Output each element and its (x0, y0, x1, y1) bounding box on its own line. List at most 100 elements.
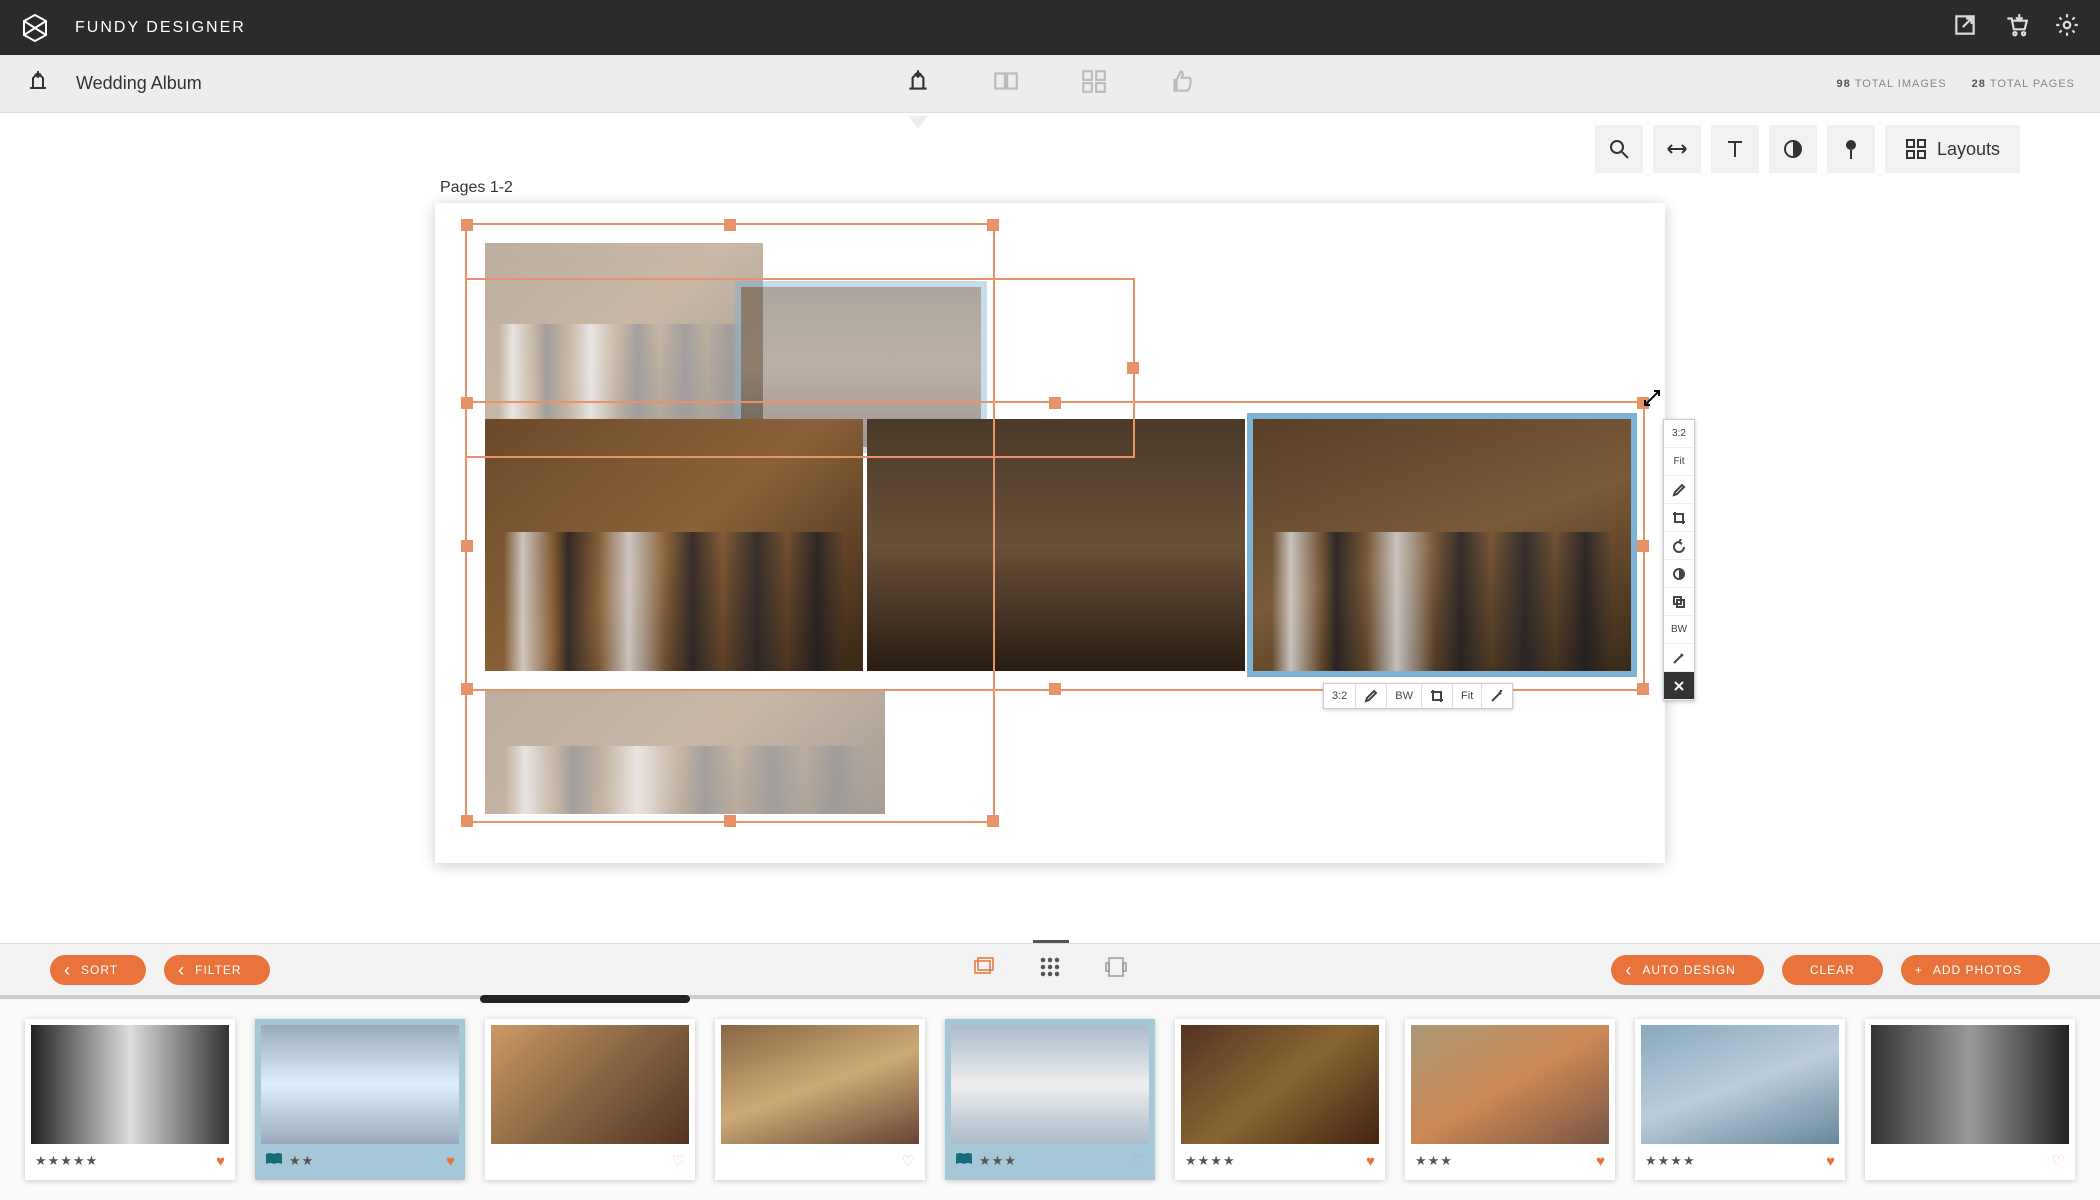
library-view-tabs (971, 954, 1129, 985)
thumbnail-card[interactable]: ★★★ ♥ (1405, 1019, 1615, 1180)
layouts-button[interactable]: Layouts (1885, 125, 2020, 173)
overlay-tool[interactable] (1769, 125, 1817, 173)
fit-button[interactable]: Fit (1453, 684, 1482, 708)
favorite-icon[interactable]: ♡ (1132, 1152, 1145, 1170)
export-icon[interactable] (1952, 12, 1978, 43)
favorite-icon[interactable]: ♥ (1826, 1153, 1835, 1170)
expand-icon[interactable] (1643, 389, 1661, 412)
crop-icon[interactable] (1422, 684, 1453, 708)
resize-handle[interactable] (987, 219, 999, 231)
star-rating[interactable]: ★★★★ (1645, 1153, 1696, 1169)
side-wand-icon[interactable] (1664, 644, 1694, 672)
resize-handle[interactable] (461, 219, 473, 231)
canvas-photo[interactable] (485, 243, 763, 423)
thumbnail-image[interactable] (1871, 1025, 2069, 1144)
wand-icon[interactable] (1482, 684, 1512, 708)
favorite-icon[interactable]: ♡ (2052, 1152, 2065, 1170)
text-tool[interactable] (1711, 125, 1759, 173)
side-edit-icon[interactable] (1664, 476, 1694, 504)
add-photos-button[interactable]: + ADD PHOTOS (1901, 955, 2050, 985)
thumbnail-meta: ★★★★ ♥ (1641, 1148, 1839, 1174)
resize-handle[interactable] (1049, 683, 1061, 695)
favorite-icon[interactable]: ♥ (446, 1153, 455, 1170)
resize-handle[interactable] (724, 219, 736, 231)
thumbnail-card[interactable]: ★★★★ ♥ (1175, 1019, 1385, 1180)
sort-button[interactable]: SORT (50, 955, 146, 985)
resize-tool[interactable] (1653, 125, 1701, 173)
canvas-photo[interactable] (485, 691, 885, 814)
side-layer-icon[interactable] (1664, 588, 1694, 616)
star-rating[interactable]: ★★★ (979, 1153, 1017, 1169)
thumbnail-meta: ★★★ ♥ (1411, 1148, 1609, 1174)
project-name: Wedding Album (76, 73, 202, 94)
thumbnail-card[interactable]: ♡ (1865, 1019, 2075, 1180)
resize-handle[interactable] (461, 683, 473, 695)
lib-view-grid-icon[interactable] (1037, 954, 1063, 985)
star-rating[interactable]: ★★★ (1415, 1153, 1453, 1169)
thumbnail-card[interactable]: ★★★★ ♥ (1635, 1019, 1845, 1180)
ratio-button[interactable]: 3:2 (1324, 684, 1356, 708)
side-ratio[interactable]: 3:2 (1664, 420, 1694, 448)
filter-button[interactable]: FILTER (164, 955, 269, 985)
tab-pages-view[interactable] (1080, 67, 1108, 100)
thumbnail-image[interactable] (721, 1025, 919, 1144)
thumbnail-image[interactable] (951, 1025, 1149, 1144)
app-title: FUNDY DESIGNER (75, 19, 246, 37)
auto-design-button[interactable]: AUTO DESIGN (1611, 955, 1763, 985)
resize-handle[interactable] (461, 815, 473, 827)
thumbnail-card[interactable]: ♡ (485, 1019, 695, 1180)
thumbnail-card[interactable]: ♡ (715, 1019, 925, 1180)
tab-spread-view[interactable] (992, 67, 1020, 100)
thumbnail-image[interactable] (1411, 1025, 1609, 1144)
favorite-icon[interactable]: ♡ (672, 1152, 685, 1170)
thumbnail-image[interactable] (1641, 1025, 1839, 1144)
bw-button[interactable]: BW (1387, 684, 1422, 708)
resize-handle[interactable] (724, 815, 736, 827)
thumbnails-row[interactable]: ★★★★★ ♥ ★★ ♥ ♡ ♡ ★★★ ♡ ★★★★ ♥ ★★★ ♥ ★★★★ ♥ ♡ (0, 995, 2100, 1200)
lib-view-single-icon[interactable] (1103, 954, 1129, 985)
canvas-photo[interactable] (485, 419, 863, 671)
spread-canvas[interactable]: 3:2 BW Fit 3:2 Fit BW (435, 203, 1665, 863)
clear-button[interactable]: CLEAR (1782, 955, 1883, 985)
canvas-photo[interactable] (1253, 419, 1631, 671)
thumbnail-meta: ★★★★ ♥ (1181, 1148, 1379, 1174)
resize-handle[interactable] (461, 540, 473, 552)
thumbnail-card[interactable]: ★★★★★ ♥ (25, 1019, 235, 1180)
thumbnail-card[interactable]: ★★ ♥ (255, 1019, 465, 1180)
tab-design[interactable] (904, 67, 932, 100)
thumbnail-image[interactable] (261, 1025, 459, 1144)
cart-icon[interactable] (2003, 12, 2029, 43)
zoom-tool[interactable] (1595, 125, 1643, 173)
side-bw[interactable]: BW (1664, 616, 1694, 644)
thumbnail-meta: ★★★★★ ♥ (31, 1148, 229, 1174)
star-rating[interactable]: ★★★★★ (35, 1153, 98, 1169)
side-rotate-icon[interactable] (1664, 532, 1694, 560)
resize-handle[interactable] (1637, 683, 1649, 695)
resize-handle[interactable] (1637, 540, 1649, 552)
thumbnail-image[interactable] (31, 1025, 229, 1144)
resize-handle[interactable] (461, 397, 473, 409)
side-crop-icon[interactable] (1664, 504, 1694, 532)
pin-tool[interactable] (1827, 125, 1875, 173)
resize-handle[interactable] (1127, 362, 1139, 374)
edit-icon[interactable] (1356, 684, 1387, 708)
resize-handle[interactable] (987, 815, 999, 827)
favorite-icon[interactable]: ♥ (1366, 1153, 1375, 1170)
side-fit[interactable]: Fit (1664, 448, 1694, 476)
side-close-icon[interactable] (1664, 672, 1694, 700)
lib-view-stack-icon[interactable] (971, 954, 997, 985)
favorite-icon[interactable]: ♥ (1596, 1153, 1605, 1170)
canvas-photo[interactable] (867, 419, 1245, 671)
star-rating[interactable]: ★★★★ (1185, 1153, 1236, 1169)
favorite-icon[interactable]: ♡ (902, 1152, 915, 1170)
thumbnail-image[interactable] (491, 1025, 689, 1144)
top-bar: FUNDY DESIGNER (0, 0, 2100, 55)
thumbnail-image[interactable] (1181, 1025, 1379, 1144)
side-contrast-icon[interactable] (1664, 560, 1694, 588)
star-rating[interactable]: ★★ (289, 1153, 314, 1169)
resize-handle[interactable] (1049, 397, 1061, 409)
settings-icon[interactable] (2054, 12, 2080, 43)
tab-approve[interactable] (1168, 67, 1196, 100)
thumbnail-card[interactable]: ★★★ ♡ (945, 1019, 1155, 1180)
favorite-icon[interactable]: ♥ (216, 1153, 225, 1170)
